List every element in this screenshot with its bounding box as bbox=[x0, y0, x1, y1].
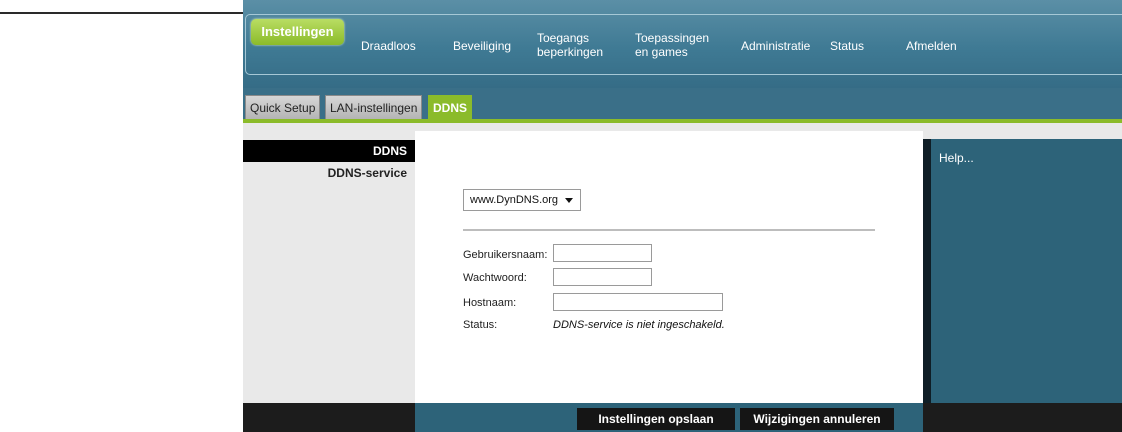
sidebar-heading: DDNS bbox=[243, 140, 415, 162]
tab-ddns[interactable]: DDNS bbox=[428, 95, 473, 119]
nav-toepassingen-line2: en games bbox=[635, 45, 688, 59]
nav-beveiliging[interactable]: Beveiliging bbox=[453, 39, 511, 53]
username-field[interactable] bbox=[553, 244, 652, 262]
cancel-changes-button[interactable]: Wijzigingen annuleren bbox=[740, 408, 894, 430]
nav-toepassingen-line1: Toepassingen bbox=[635, 31, 710, 45]
password-field[interactable] bbox=[553, 268, 652, 286]
router-admin-frame: Instellingen Draadloos Beveiliging Toega… bbox=[243, 0, 1122, 432]
ddns-status-text: DDNS-service is niet ingeschakeld. bbox=[553, 319, 725, 331]
nav-instellingen[interactable]: Instellingen bbox=[251, 19, 344, 45]
sidebar-item-ddns-service[interactable]: DDNS-service bbox=[243, 166, 415, 180]
status-label: Status: bbox=[463, 319, 498, 331]
tab-quick-setup[interactable]: Quick Setup bbox=[245, 95, 321, 119]
tab-lan-instellingen[interactable]: LAN-instellingen bbox=[325, 95, 423, 119]
hostname-field[interactable] bbox=[553, 293, 723, 311]
nav-toepassingen-en-games[interactable]: Toepassingen en games bbox=[635, 31, 709, 59]
help-panel: Help... bbox=[923, 139, 1122, 403]
chevron-down-icon bbox=[565, 198, 573, 203]
nav-toegangsbeperkingen-line1: Toegangs bbox=[537, 31, 590, 45]
ddns-provider-select[interactable]: www.DynDNS.org bbox=[463, 189, 581, 211]
save-settings-button[interactable]: Instellingen opslaan bbox=[577, 408, 735, 430]
help-link[interactable]: Help... bbox=[939, 151, 974, 165]
hostname-label: Hostnaam: bbox=[463, 297, 517, 309]
nav-toegangsbeperkingen-line2: beperkingen bbox=[537, 45, 604, 59]
nav-administratie[interactable]: Administratie bbox=[741, 39, 810, 53]
nav-toegangsbeperkingen[interactable]: Toegangs beperkingen bbox=[537, 31, 603, 59]
nav-status[interactable]: Status bbox=[830, 39, 864, 53]
main-panel bbox=[415, 131, 923, 403]
nav-afmelden[interactable]: Afmelden bbox=[906, 39, 957, 53]
nav-draadloos[interactable]: Draadloos bbox=[361, 39, 416, 53]
password-label: Wachtwoord: bbox=[463, 272, 527, 284]
form-divider bbox=[463, 229, 875, 231]
ddns-provider-value: www.DynDNS.org bbox=[470, 194, 559, 206]
username-label: Gebruikersnaam: bbox=[463, 249, 548, 261]
top-rule bbox=[0, 12, 243, 14]
